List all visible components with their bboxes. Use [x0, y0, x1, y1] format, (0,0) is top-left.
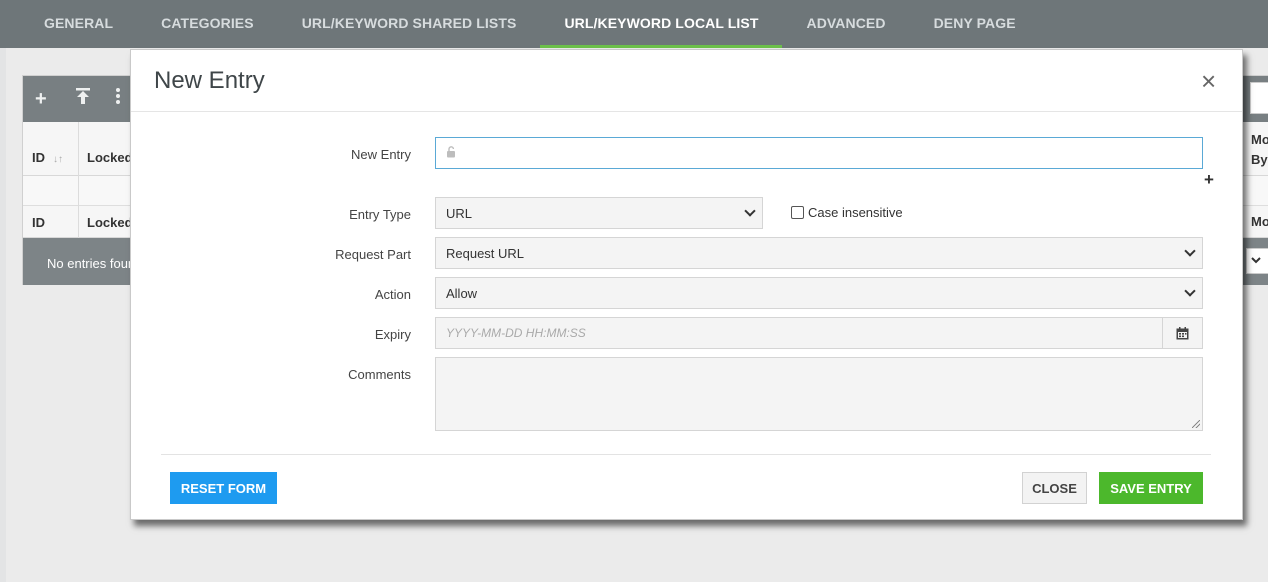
tab-advanced[interactable]: ADVANCED: [782, 0, 909, 46]
new-entry-input[interactable]: [435, 137, 1203, 169]
upload-icon[interactable]: [75, 87, 115, 111]
expiry-placeholder: YYYY-MM-DD HH:MM:SS: [446, 326, 586, 340]
close-icon[interactable]: ×: [1201, 68, 1216, 94]
add-entry-icon[interactable]: +: [1204, 170, 1214, 190]
page-size-select[interactable]: [1246, 248, 1268, 274]
tab-url-keyword-shared-lists[interactable]: URL/KEYWORD SHARED LISTS: [278, 0, 541, 46]
unlock-icon[interactable]: [446, 145, 456, 161]
chevron-down-icon: [1184, 245, 1196, 257]
column-header-modified[interactable]: Mo: [1251, 132, 1268, 147]
action-value: Allow: [446, 285, 478, 301]
dialog-header: New Entry ×: [131, 50, 1242, 112]
reset-form-button[interactable]: RESET FORM: [170, 472, 277, 504]
new-entry-label: New Entry: [351, 147, 411, 162]
calendar-icon[interactable]: [1162, 318, 1202, 348]
close-button[interactable]: CLOSE: [1022, 472, 1087, 504]
request-part-label: Request Part: [335, 247, 411, 262]
resize-handle-icon[interactable]: [1192, 420, 1200, 428]
tab-general[interactable]: GENERAL: [20, 0, 137, 46]
column-header-modified-by[interactable]: By: [1251, 152, 1268, 167]
request-part-value: Request URL: [446, 245, 525, 261]
expiry-label: Expiry: [374, 327, 411, 342]
case-insensitive-label: Case insensitive: [808, 205, 903, 220]
tab-url-keyword-local-list[interactable]: URL/KEYWORD LOCAL LIST: [540, 0, 783, 48]
plus-icon[interactable]: +: [35, 88, 75, 111]
tab-deny-page[interactable]: DENY PAGE: [910, 0, 1040, 46]
dialog-title: New Entry: [154, 67, 265, 94]
request-part-select[interactable]: Request URL: [435, 237, 1203, 269]
new-entry-dialog: New Entry × New Entry + Entry Type URL C…: [130, 49, 1243, 520]
chevron-down-icon: [1184, 285, 1196, 297]
sort-icon[interactable]: ↓↑: [53, 154, 63, 165]
comments-label: Comments: [348, 367, 411, 382]
entry-type-label: Entry Type: [349, 207, 411, 222]
chevron-down-icon: [744, 205, 756, 217]
column-divider: [78, 122, 79, 238]
case-insensitive-option[interactable]: Case insensitive: [791, 205, 903, 220]
top-nav: GENERAL CATEGORIES URL/KEYWORD SHARED LI…: [0, 0, 1268, 48]
filter-locked[interactable]: Locked: [87, 215, 133, 230]
filter-id[interactable]: ID: [32, 215, 45, 230]
tab-categories[interactable]: CATEGORIES: [137, 0, 278, 46]
comments-textarea[interactable]: [435, 357, 1203, 431]
column-header-id[interactable]: ID ↓↑: [32, 150, 63, 165]
save-entry-button[interactable]: SAVE ENTRY: [1099, 472, 1203, 504]
column-header-locked[interactable]: Locked: [87, 150, 133, 165]
entry-type-value: URL: [446, 205, 473, 221]
grid-search-input[interactable]: [1250, 82, 1268, 114]
case-insensitive-checkbox[interactable]: [791, 206, 804, 219]
action-label: Action: [374, 287, 411, 302]
expiry-input[interactable]: YYYY-MM-DD HH:MM:SS: [435, 317, 1203, 349]
action-select[interactable]: Allow: [435, 277, 1203, 309]
footer-divider: [161, 454, 1211, 455]
filter-modified[interactable]: Mo: [1251, 214, 1268, 229]
entry-type-select[interactable]: URL: [435, 197, 763, 229]
